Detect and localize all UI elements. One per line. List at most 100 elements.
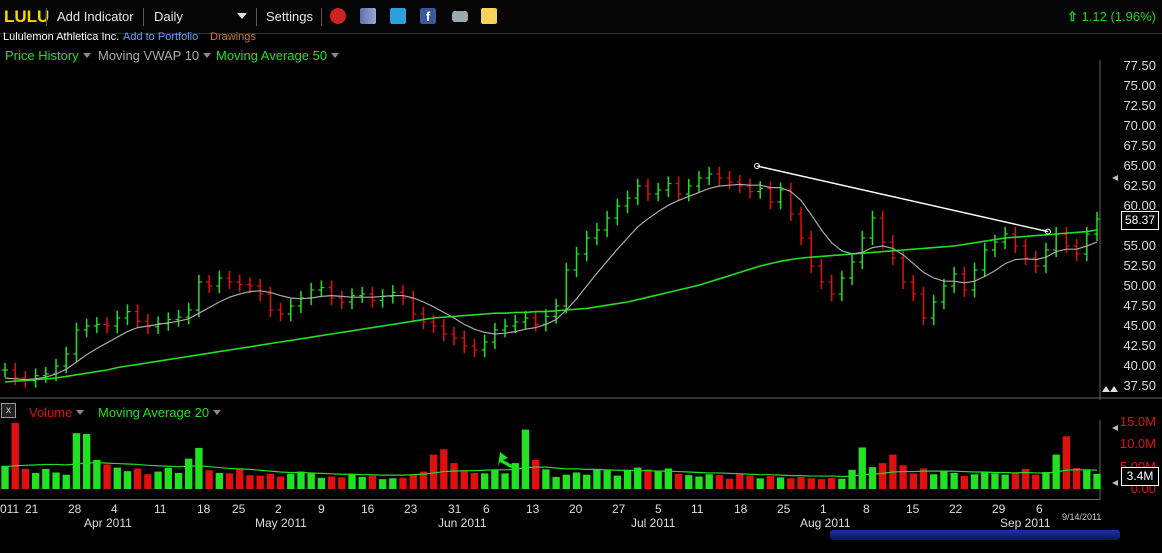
- ohlc-bar: [757, 181, 764, 199]
- volume-bar: [429, 454, 438, 489]
- ohlc-bar: [563, 262, 570, 314]
- volume-bar: [440, 449, 448, 489]
- volume-bar: [164, 468, 172, 489]
- alarm-clock-icon[interactable]: [330, 8, 346, 24]
- vwap-line: [4, 183, 1098, 381]
- price-tick-label: 42.50: [1123, 338, 1156, 353]
- volume-bar: [501, 473, 509, 489]
- ohlc-bar: [522, 310, 529, 330]
- x-axis-line: [0, 499, 1100, 500]
- add-indicator-button[interactable]: Add Indicator: [57, 9, 134, 24]
- add-to-portfolio-link[interactable]: Add to Portfolio: [123, 31, 198, 43]
- legend-volume-label: Volume: [29, 405, 73, 420]
- volume-bar: [368, 475, 377, 489]
- annotation-arrow-icon: [498, 452, 514, 468]
- chevron-down-icon[interactable]: [213, 410, 222, 415]
- toolbar: LULU Add Indicator Daily Settings f ⇧ 1.…: [0, 0, 1162, 34]
- volume-bar: [532, 459, 540, 489]
- ohlc-bar: [297, 290, 304, 314]
- x-tick-label: 16: [361, 502, 375, 516]
- x-month-label: May 2011: [255, 516, 307, 530]
- volume-chart[interactable]: [0, 420, 1162, 500]
- ohlc-bar: [655, 182, 662, 202]
- x-tick-label: 21: [25, 502, 39, 516]
- books-icon[interactable]: [360, 8, 376, 24]
- x-month-label: Aug 2011: [800, 516, 851, 530]
- ohlc-bar: [451, 326, 458, 346]
- chevron-down-icon[interactable]: [76, 410, 85, 415]
- legend-ma20[interactable]: Moving Average 20: [98, 405, 222, 420]
- ohlc-bar: [838, 270, 845, 302]
- ohlc-bar: [216, 270, 223, 294]
- ohlc-bar: [624, 190, 631, 214]
- legend-volume[interactable]: Volume: [29, 405, 85, 420]
- volume-bar: [113, 467, 121, 489]
- last-price-box: 58.37: [1121, 211, 1159, 230]
- ohlc-bar: [1032, 250, 1039, 274]
- interval-select[interactable]: Daily: [154, 9, 183, 24]
- ohlc-bar: [930, 294, 937, 326]
- ohlc-bar: [798, 206, 805, 246]
- price-chart[interactable]: [0, 60, 1162, 400]
- volume-bar: [266, 473, 275, 489]
- ohlc-bar: [767, 181, 774, 210]
- ohlc-bar: [359, 286, 366, 303]
- toolbar-separator: [256, 8, 257, 26]
- volume-bar: [389, 478, 397, 489]
- ohlc-bar: [716, 166, 723, 186]
- volume-bar: [756, 478, 764, 489]
- volume-bar: [52, 472, 60, 489]
- settings-button[interactable]: Settings: [266, 9, 313, 24]
- ohlc-bar: [726, 170, 733, 190]
- ohlc-bar: [308, 282, 315, 306]
- x-tick-label: 29: [992, 502, 1006, 516]
- volume-bar: [460, 470, 468, 489]
- x-tick-label: 9: [318, 502, 325, 516]
- x-tick-label: 6: [483, 502, 490, 516]
- ohlc-bar: [83, 318, 90, 338]
- ohlc-bar: [257, 278, 264, 302]
- volume-bar: [725, 478, 734, 489]
- volume-bar: [654, 471, 662, 489]
- volume-bar: [899, 465, 907, 489]
- close-icon[interactable]: x: [1, 403, 16, 418]
- ohlc-bar: [185, 302, 192, 325]
- axis-marker-icon: [1112, 480, 1118, 486]
- ohlc-bar: [644, 178, 651, 202]
- volume-bar: [409, 474, 417, 489]
- volume-bar: [776, 477, 785, 489]
- volume-bar: [236, 468, 244, 489]
- volume-bar: [991, 473, 999, 489]
- volume-bar: [787, 478, 795, 489]
- x-tick-label: 20: [569, 502, 583, 516]
- expand-icon: [1110, 386, 1118, 392]
- chevron-down-icon[interactable]: [203, 53, 212, 58]
- facebook-icon[interactable]: f: [420, 8, 436, 24]
- x-tick-label: 25: [777, 502, 791, 516]
- volume-bar: [705, 474, 713, 489]
- twitter-icon[interactable]: [390, 8, 406, 24]
- volume-bar: [480, 473, 489, 489]
- price-tick-label: 40.00: [1123, 358, 1156, 373]
- volume-tick-label: 10.0M: [1119, 436, 1156, 452]
- chevron-down-icon[interactable]: [331, 53, 340, 58]
- expand-icon: [1102, 386, 1110, 392]
- volume-bar: [327, 476, 336, 489]
- x-tick-label: 8: [863, 502, 870, 516]
- chevron-down-icon[interactable]: [237, 13, 247, 19]
- volume-bar: [858, 447, 866, 489]
- volume-bar: [511, 463, 519, 489]
- ohlc-bar: [104, 317, 111, 334]
- chevron-down-icon[interactable]: [82, 53, 91, 58]
- ohlc-bar: [93, 317, 100, 334]
- ohlc-bar: [134, 304, 141, 329]
- symbol-label[interactable]: LULU: [4, 7, 49, 27]
- volume-bar: [674, 473, 683, 489]
- navigator-scrollbar[interactable]: [830, 530, 1120, 540]
- x-tick-label: 28: [68, 502, 82, 516]
- price-tick-label: 52.50: [1123, 258, 1156, 273]
- note-icon[interactable]: [481, 8, 497, 24]
- camera-icon[interactable]: [452, 11, 468, 22]
- drawings-link[interactable]: Drawings: [210, 31, 256, 43]
- price-tick-label: 50.00: [1123, 278, 1156, 293]
